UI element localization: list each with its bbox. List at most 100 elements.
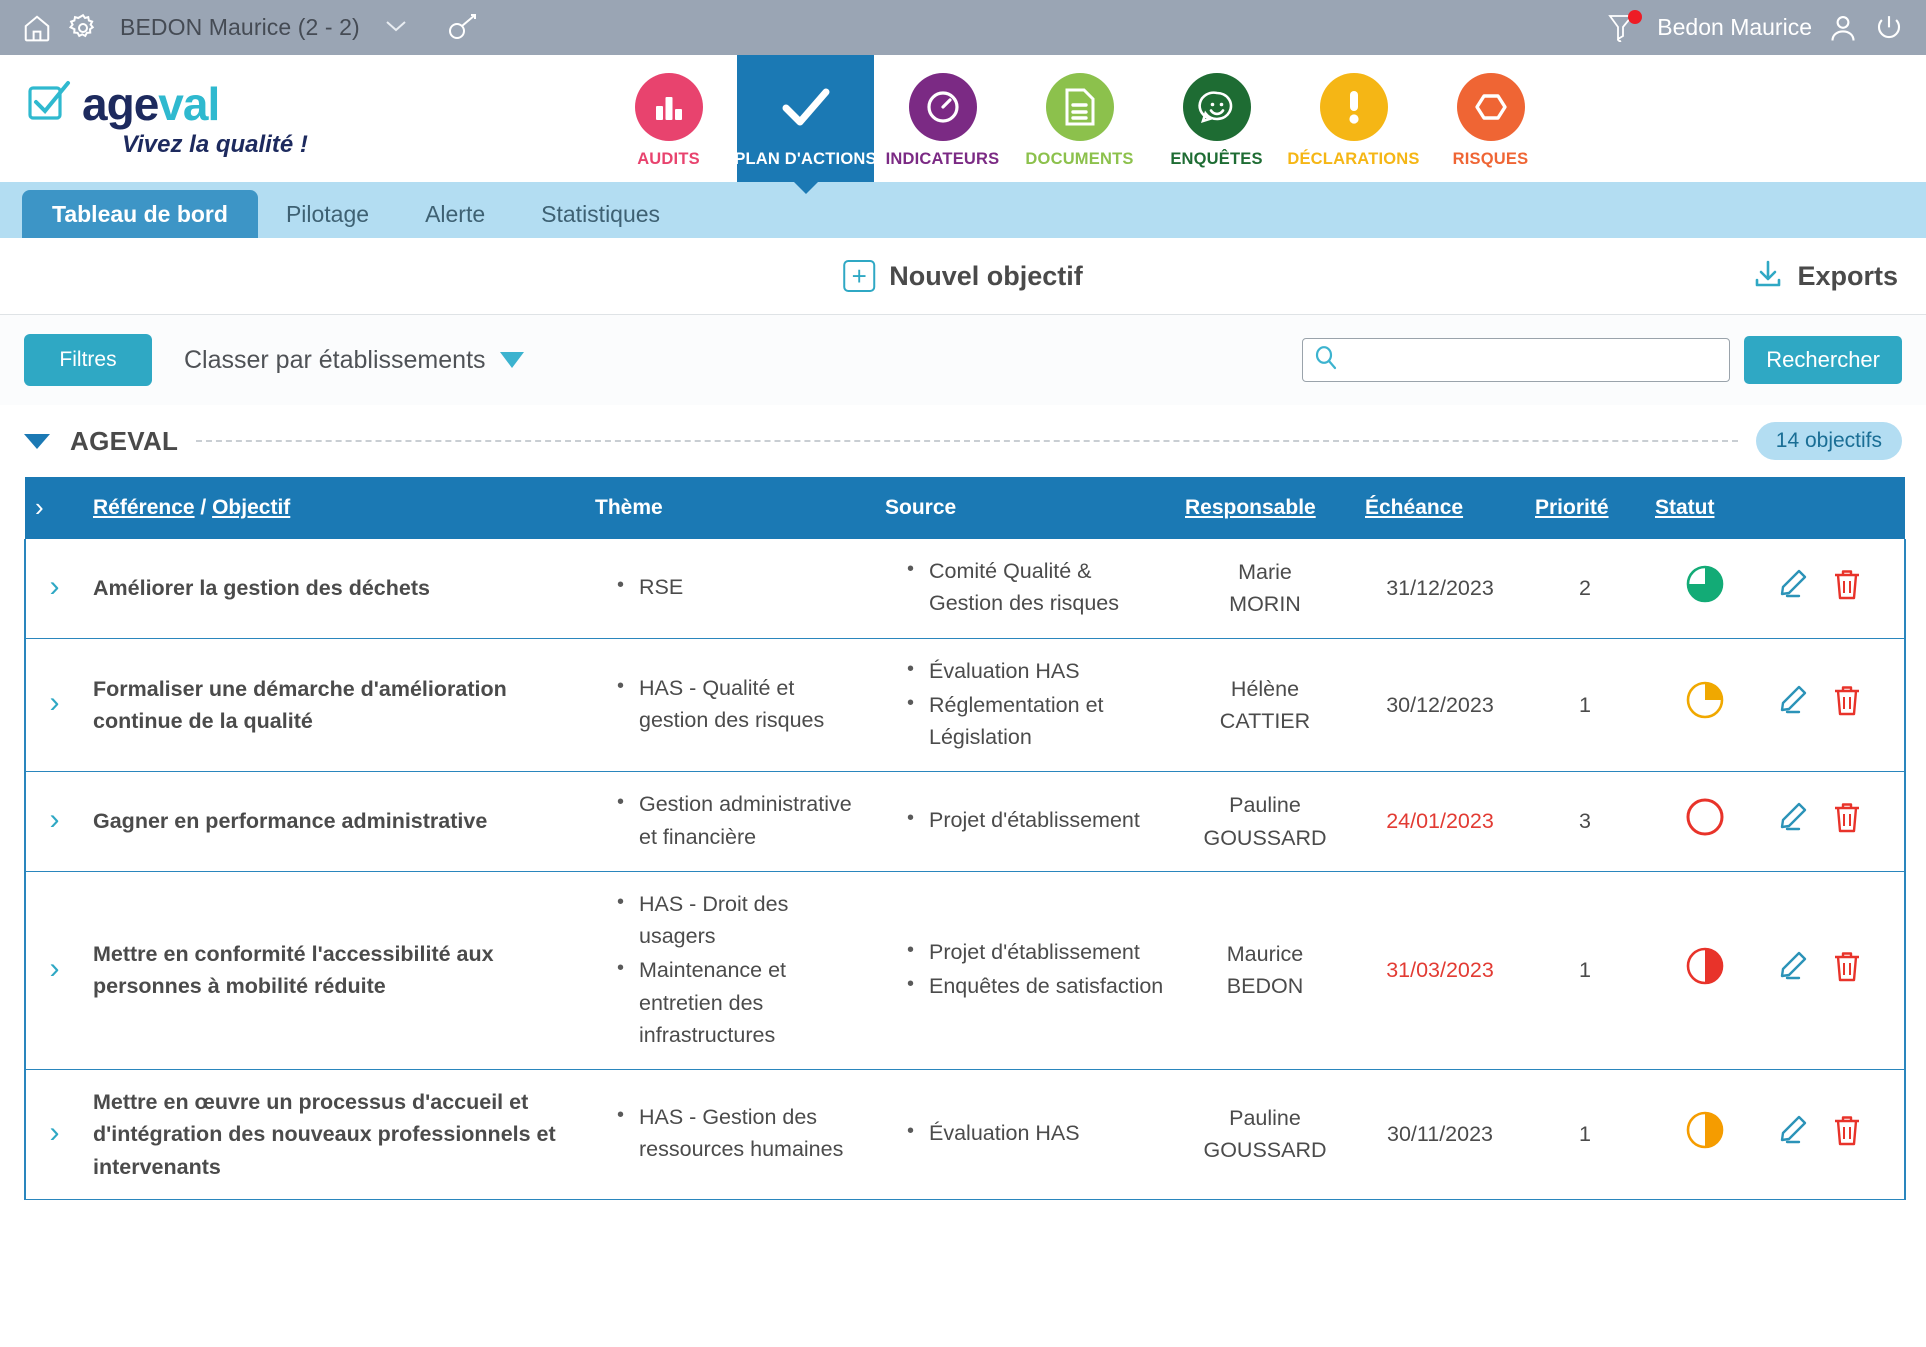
row-objectif: Gagner en performance administrative — [83, 771, 585, 872]
tab-pilotage[interactable]: Pilotage — [258, 190, 397, 238]
header-reference-link[interactable]: Référence — [93, 496, 195, 519]
header-priorite[interactable]: Priorité — [1525, 477, 1645, 539]
trash-icon[interactable] — [1831, 949, 1863, 992]
list-item: HAS - Qualité et gestion des risques — [617, 671, 865, 737]
brand-logo[interactable]: ageval Vivez la qualité ! — [0, 55, 600, 182]
trash-icon[interactable] — [1831, 683, 1863, 726]
chevron-down-icon[interactable] — [384, 16, 408, 39]
module-plan-dactions[interactable]: PLAN D'ACTIONS — [734, 55, 877, 194]
chevron-right-icon[interactable]: › — [50, 571, 60, 602]
header-objectif-link[interactable]: Objectif — [212, 496, 290, 519]
pencil-icon[interactable] — [1775, 567, 1809, 610]
row-statut[interactable] — [1645, 638, 1765, 772]
pencil-icon[interactable] — [1775, 1113, 1809, 1156]
row-expand-cell[interactable]: › — [25, 1069, 83, 1200]
table-header-row: › Référence / Objectif Thème Source Resp… — [25, 477, 1905, 539]
row-echeance: 24/01/2023 — [1355, 771, 1525, 872]
filter-toolbar: Filtres Classer par établissements Reche… — [0, 315, 1926, 405]
row-expand-cell[interactable]: › — [25, 871, 83, 1070]
row-expand-cell[interactable]: › — [25, 638, 83, 772]
gauge-icon — [908, 73, 977, 141]
header-expand-all[interactable]: › — [25, 477, 83, 539]
new-objective-label: Nouvel objectif — [889, 260, 1083, 291]
status-pie-icon — [1686, 681, 1724, 724]
home-icon[interactable] — [22, 13, 52, 43]
row-expand-cell[interactable]: › — [25, 539, 83, 638]
list-item: Projet d'établissement — [907, 803, 1165, 836]
row-theme: Gestion administrative et financière — [585, 771, 875, 872]
module-risques[interactable]: RISQUES — [1422, 55, 1559, 182]
module-label: RISQUES — [1452, 150, 1529, 168]
header-objectif: Référence / Objectif — [83, 477, 585, 539]
search-area: Rechercher — [1302, 336, 1902, 384]
tab-statistiques[interactable]: Statistiques — [513, 190, 688, 238]
exports-button[interactable]: Exports — [1752, 258, 1898, 295]
module-indicateurs[interactable]: INDICATEURS — [874, 55, 1011, 182]
logo-text-al: al — [182, 77, 220, 130]
trash-icon[interactable] — [1831, 567, 1863, 610]
table-row[interactable]: › Formaliser une démarche d'amélioration … — [25, 638, 1905, 772]
list-item: RSE — [617, 570, 865, 603]
header-statut-link[interactable]: Statut — [1655, 496, 1715, 519]
table-row[interactable]: › Mettre en œuvre un processus d'accueil … — [25, 1069, 1905, 1200]
search-field-wrapper[interactable] — [1302, 338, 1731, 382]
bell-icon[interactable] — [1605, 9, 1643, 44]
header-echeance-link[interactable]: Échéance — [1365, 496, 1463, 519]
tab-tableau-de-bord[interactable]: Tableau de bord — [22, 190, 258, 238]
group-by-establishment-dropdown[interactable]: Classer par établissements — [184, 346, 524, 375]
table-row[interactable]: › Gagner en performance administrative Ges… — [25, 771, 1905, 872]
row-actions — [1765, 638, 1905, 772]
header-responsable[interactable]: Responsable — [1175, 477, 1355, 539]
module-audits[interactable]: AUDITS — [600, 55, 737, 182]
pencil-icon[interactable] — [1775, 683, 1809, 726]
search-button[interactable]: Rechercher — [1744, 336, 1902, 384]
row-responsable: Hélène CATTIER — [1175, 638, 1355, 772]
row-theme: HAS - Qualité et gestion des risques — [585, 638, 875, 772]
hexagon-icon — [1456, 73, 1525, 141]
gear-icon[interactable] — [68, 13, 98, 43]
row-statut[interactable] — [1645, 771, 1765, 872]
pencil-icon[interactable] — [1775, 800, 1809, 843]
module-label: AUDITS — [637, 150, 700, 168]
module-enquetes[interactable]: ENQUÊTES — [1148, 55, 1285, 182]
row-statut[interactable] — [1645, 1069, 1765, 1200]
power-icon[interactable] — [1874, 13, 1904, 43]
user-icon[interactable] — [1828, 13, 1858, 43]
chevron-right-icon[interactable]: › — [50, 953, 60, 984]
triangle-down-icon[interactable] — [24, 433, 50, 449]
brand-tagline: Vivez la qualité ! — [122, 131, 308, 158]
header-statut[interactable]: Statut — [1645, 477, 1765, 539]
row-statut[interactable] — [1645, 871, 1765, 1070]
search-input[interactable] — [1347, 339, 1720, 381]
row-objectif: Améliorer la gestion des déchets — [83, 539, 585, 638]
module-documents[interactable]: DOCUMENTS — [1011, 55, 1148, 182]
pencil-icon[interactable] — [1775, 949, 1809, 992]
header-priorite-link[interactable]: Priorité — [1535, 496, 1609, 519]
row-source: Projet d'établissement — [875, 771, 1175, 872]
header-responsable-link[interactable]: Responsable — [1185, 496, 1316, 519]
new-objective-button[interactable]: + Nouvel objectif — [843, 260, 1083, 292]
row-priorite: 1 — [1525, 1069, 1645, 1200]
top-utility-bar: BEDON Maurice (2 - 2) Bedon Maurice — [0, 0, 1926, 55]
tab-alerte[interactable]: Alerte — [397, 190, 513, 238]
filtres-button[interactable]: Filtres — [24, 334, 152, 386]
row-statut[interactable] — [1645, 539, 1765, 638]
row-expand-cell[interactable]: › — [25, 771, 83, 872]
key-icon[interactable] — [446, 13, 480, 43]
chevron-right-icon[interactable]: › — [50, 804, 60, 835]
establishment-selector-label[interactable]: BEDON Maurice (2 - 2) — [120, 14, 360, 41]
module-label: DOCUMENTS — [1025, 150, 1134, 168]
bullet-list: Comité Qualité & Gestion des risques — [885, 554, 1165, 620]
list-item: Gestion administrative et financière — [617, 787, 865, 853]
chevron-right-icon[interactable]: › — [50, 1117, 60, 1148]
header-echeance[interactable]: Échéance — [1355, 477, 1525, 539]
module-declarations[interactable]: DÉCLARATIONS — [1285, 55, 1422, 182]
table-row[interactable]: › Améliorer la gestion des déchets RSE Comi… — [25, 539, 1905, 638]
list-item: Réglementation et Législation — [907, 688, 1165, 754]
chevron-right-icon[interactable]: › — [50, 688, 60, 718]
row-priorite: 1 — [1525, 638, 1645, 772]
table-row[interactable]: › Mettre en conformité l'accessibilité au… — [25, 871, 1905, 1070]
trash-icon[interactable] — [1831, 1113, 1863, 1156]
header-theme: Thème — [585, 477, 875, 539]
trash-icon[interactable] — [1831, 800, 1863, 843]
